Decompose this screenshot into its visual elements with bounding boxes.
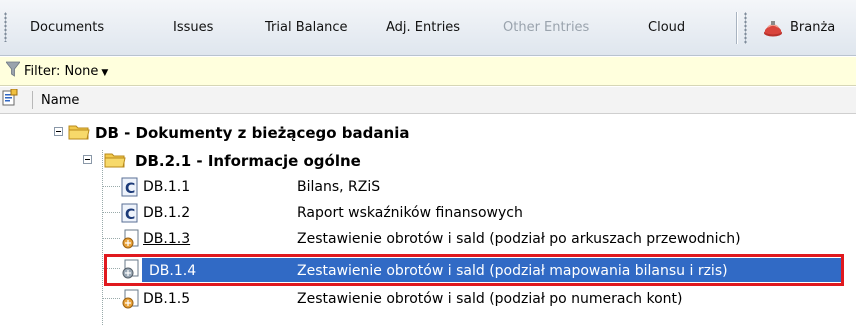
item-code: DB.1.1 (143, 179, 191, 195)
tree-item[interactable]: DB.1.3 Zestawienie obrotów i sald (podzi… (0, 226, 856, 253)
spreadsheet-doc-icon (121, 259, 141, 283)
column-header: Name (0, 87, 856, 114)
item-description: Bilans, RZiS (297, 179, 381, 195)
svg-text:C: C (125, 207, 135, 223)
tree-item[interactable]: DB.1.5 Zestawienie obrotów i sald (podzi… (0, 286, 856, 313)
toolbar-grip[interactable] (744, 12, 747, 44)
chevron-down-icon: ▼ (101, 67, 109, 78)
name-column-header[interactable]: Name (41, 93, 79, 108)
main-toolbar: Documents Issues Trial Balance Adj. Entr… (0, 0, 856, 56)
branza-button[interactable]: Branża (762, 0, 835, 56)
c-document-icon: C (121, 177, 139, 201)
trial-balance-button[interactable]: Trial Balance (265, 0, 348, 56)
cloud-button[interactable]: Cloud (648, 0, 685, 56)
item-description: Zestawienie obrotów i sald (podział po a… (297, 231, 741, 247)
item-description: Zestawienie obrotów i sald (podział mapo… (297, 263, 728, 279)
toolbar-separator (736, 12, 737, 44)
folder-icon (104, 151, 126, 173)
spreadsheet-doc-icon (121, 289, 141, 313)
adj-entries-button[interactable]: Adj. Entries (386, 0, 460, 56)
tree-node-db[interactable]: DB - Dokumenty z bieżącego badania (0, 120, 856, 147)
tree-node-label: DB.2.1 - Informacje ogólne (135, 152, 361, 170)
item-code: DB.1.4 (149, 263, 197, 279)
filter-dropdown[interactable]: Filter: None ▼ (24, 64, 108, 79)
svg-text:C: C (125, 181, 135, 197)
spreadsheet-doc-icon (121, 229, 141, 253)
other-entries-button[interactable]: Other Entries (503, 0, 589, 56)
documents-button[interactable]: Documents (30, 0, 104, 56)
funnel-icon (5, 61, 21, 81)
tree-item-selected[interactable]: DB.1.4 Zestawienie obrotów i sald (podzi… (0, 256, 856, 283)
item-code: DB.1.5 (143, 291, 191, 307)
folder-icon (68, 123, 90, 145)
item-code: DB.1.3 (143, 231, 191, 247)
item-description: Zestawienie obrotów i sald (podział po n… (297, 291, 683, 307)
tree-node-db-2-1[interactable]: DB.2.1 - Informacje ogólne (0, 148, 856, 175)
filter-label: Filter: None (24, 63, 99, 79)
document-type-icon[interactable] (2, 88, 18, 111)
tree-item[interactable]: C DB.1.1 Bilans, RZiS (0, 174, 856, 201)
c-document-icon: C (121, 203, 139, 227)
filter-bar: Filter: None ▼ (0, 57, 856, 86)
branza-label: Branża (790, 20, 836, 35)
column-divider[interactable] (32, 91, 33, 109)
item-description: Raport wskaźników finansowych (297, 205, 523, 221)
tree-item[interactable]: C DB.1.2 Raport wskaźników finansowych (0, 200, 856, 227)
item-code: DB.1.2 (143, 205, 191, 221)
collapse-icon[interactable] (54, 127, 63, 136)
tree-node-label: DB - Dokumenty z bieżącego badania (95, 124, 410, 142)
toolbar-grip[interactable] (4, 12, 7, 42)
issues-button[interactable]: Issues (173, 0, 213, 56)
collapse-icon[interactable] (83, 155, 92, 164)
industry-icon (762, 18, 784, 38)
